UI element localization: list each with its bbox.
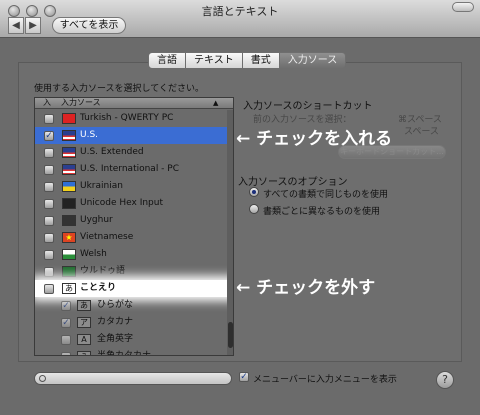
tab-text[interactable]: テキスト (186, 52, 243, 69)
instruction-text: 使用する入力ソースを選択してください。 (34, 84, 205, 94)
us-flag-icon (62, 130, 76, 141)
checkbox-checked[interactable]: ✓ (61, 301, 71, 311)
show-all-button[interactable]: すべてを表示 (52, 17, 126, 34)
shortcuts-heading: 入力ソースのショートカット (243, 101, 373, 112)
tab-formats[interactable]: 書式 (242, 52, 280, 69)
list-item[interactable]: Unicode Hex Input (35, 195, 227, 212)
back-button[interactable]: ◀ (8, 17, 24, 34)
romaji-icon: A (77, 334, 91, 345)
chevron-left-icon: ◀ (12, 20, 20, 31)
options-heading: 入力ソースのオプション (238, 177, 348, 188)
radio-same-all-docs-label: すべての書類で同じものを使用 (263, 190, 389, 200)
list-item[interactable]: ✓ ア カタカナ (35, 314, 227, 331)
us-flag-icon (62, 147, 76, 158)
list-item[interactable]: Turkish - QWERTY PC (35, 110, 227, 127)
chevron-right-icon: ▶ (29, 20, 37, 31)
show-input-menu-label: メニューバーに入力メニューを表示 (253, 375, 397, 385)
list-item[interactable]: U.S. International - PC (35, 161, 227, 178)
checkbox[interactable] (44, 216, 54, 226)
preferences-window: 言語とテキスト ◀ ▶ すべてを表示 言語 テキスト 書式 入力ソース 使用する… (0, 0, 480, 415)
search-field[interactable] (34, 372, 232, 385)
callout-check-on: ← チェックを入れる (236, 129, 393, 149)
halfwidth-katakana-icon: ｱ (77, 351, 91, 355)
scrollbar-thumb[interactable] (228, 322, 233, 348)
checkbox[interactable] (44, 199, 54, 209)
list-item[interactable]: Welsh (35, 246, 227, 263)
checkbox[interactable] (44, 165, 54, 175)
show-input-menu-checkbox[interactable]: ✓ (239, 372, 249, 382)
input-source-list[interactable]: 入 入力ソース ▲ Turkish - QWERTY PC ✓ U.S. U.S… (34, 97, 234, 356)
list-item[interactable]: Ukrainian (35, 178, 227, 195)
forward-button[interactable]: ▶ (25, 17, 41, 34)
checkbox[interactable] (44, 250, 54, 260)
pakistan-flag-icon (62, 266, 76, 277)
us-flag-icon (62, 164, 76, 175)
hiragana-icon: あ (77, 300, 91, 311)
wales-flag-icon (62, 249, 76, 260)
list-scrollbar[interactable] (227, 110, 233, 355)
header-enabled-column[interactable]: 入 (43, 98, 51, 108)
list-item[interactable]: ｱ 半角カタカナ (35, 348, 227, 355)
radio-per-document-label: 書類ごとに異なるものを使用 (263, 207, 381, 217)
list-item-highlighted[interactable]: あ ことえり (35, 280, 233, 297)
vietnam-flag-icon: ★ (62, 232, 76, 243)
help-button[interactable]: ? (436, 371, 454, 389)
tab-language[interactable]: 言語 (148, 52, 186, 69)
list-item[interactable]: ウルドゥ語 (35, 263, 227, 280)
list-item-selected[interactable]: ✓ U.S. (35, 127, 227, 144)
checkbox[interactable] (44, 114, 54, 124)
checkbox[interactable] (61, 352, 71, 355)
katakana-icon: ア (77, 317, 91, 328)
checkbox-checked[interactable]: ✓ (61, 318, 71, 328)
toolbar-toggle-button[interactable] (452, 2, 474, 12)
checkbox[interactable] (44, 267, 54, 277)
ukraine-flag-icon (62, 181, 76, 192)
turkey-flag-icon (62, 113, 76, 124)
next-source-shortcut: スペース (404, 127, 439, 137)
callout-check-off: ← チェックを外す (236, 278, 376, 298)
list-item[interactable]: A 全角英字 (35, 331, 227, 348)
checkbox[interactable] (44, 182, 54, 192)
checkbox[interactable] (61, 335, 71, 345)
list-header: 入 入力ソース ▲ (35, 98, 233, 109)
list-item[interactable]: ✓ あ ひらがな (35, 297, 227, 314)
uyghur-script-icon (62, 215, 76, 226)
tab-bar: 言語 テキスト 書式 入力ソース (148, 52, 347, 69)
checkbox-checked[interactable]: ✓ (44, 131, 54, 141)
radio-same-all-docs[interactable] (249, 187, 259, 197)
list-item[interactable]: Uyghur (35, 212, 227, 229)
title-bar: 言語とテキスト ◀ ▶ すべてを表示 (0, 0, 480, 38)
tab-input-sources[interactable]: 入力ソース (279, 52, 347, 69)
question-mark-icon: ? (442, 373, 448, 386)
list-item[interactable]: ★ Vietnamese (35, 229, 227, 246)
search-icon (39, 375, 46, 382)
checkbox[interactable] (44, 233, 54, 243)
header-source-column[interactable]: 入力ソース (61, 98, 101, 108)
checkbox[interactable] (44, 148, 54, 158)
checkbox[interactable] (44, 284, 54, 294)
sort-arrow-icon: ▲ (213, 99, 219, 107)
kotoeri-icon: あ (62, 283, 76, 294)
unicode-icon (62, 198, 76, 209)
list-item[interactable]: U.S. Extended (35, 144, 227, 161)
radio-per-document[interactable] (249, 204, 259, 214)
